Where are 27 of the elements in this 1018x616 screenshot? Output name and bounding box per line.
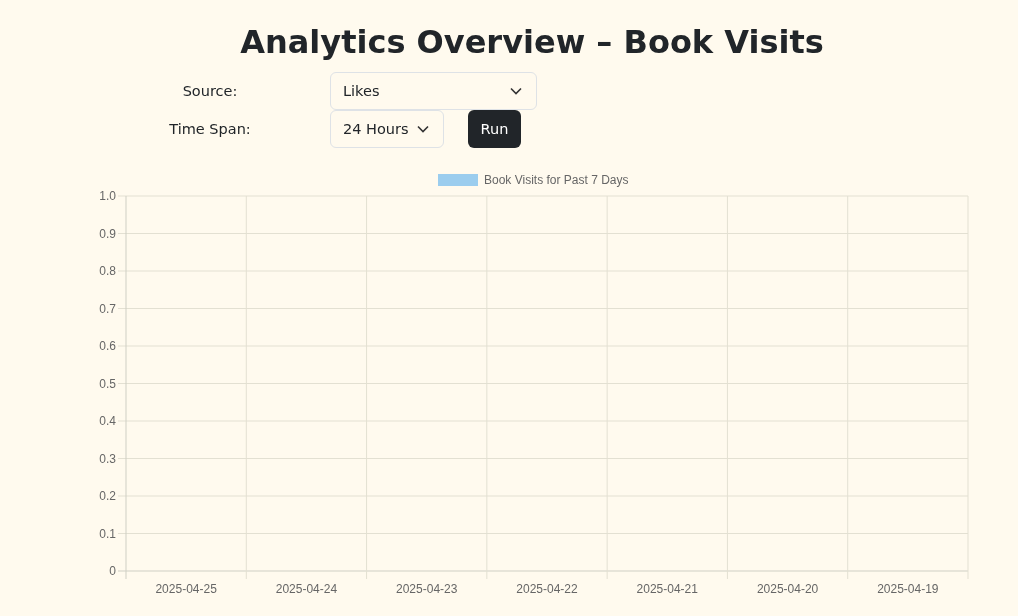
y-axis-label: 0.9: [99, 226, 116, 241]
y-axis-label: 0.6: [99, 339, 116, 353]
source-label: Source:: [181, 83, 239, 99]
x-axis-label: 2025-04-25: [155, 582, 217, 596]
y-axis-label: 0.1: [99, 526, 116, 541]
y-axis-label: 0.2: [99, 489, 116, 503]
time-span-select[interactable]: 24 Hours: [330, 110, 444, 148]
legend-label: Book Visits for Past 7 Days: [484, 173, 629, 187]
y-axis-label: 0.5: [99, 376, 116, 391]
y-axis-label: 0.4: [99, 414, 116, 428]
x-axis-label: 2025-04-22: [516, 582, 578, 596]
chevron-icon: [417, 125, 429, 133]
time-span-label: Time Span:: [168, 121, 252, 137]
x-axis-label: 2025-04-20: [756, 582, 819, 596]
x-axis-label: 2025-04-23: [396, 582, 458, 596]
x-axis-label: 2025-04-19: [877, 582, 939, 596]
y-axis-label: 0.8: [99, 264, 116, 278]
page-title: Analytics Overview – Book Visits: [239, 22, 825, 63]
y-axis-label: 0.3: [99, 451, 116, 466]
source-select[interactable]: Likes: [330, 72, 537, 110]
y-axis-label: 1.0: [99, 189, 116, 203]
run-button[interactable]: Run: [468, 110, 521, 148]
y-axis-label: 0.7: [99, 301, 116, 316]
y-axis-label: 0: [109, 564, 116, 578]
x-axis-label: 2025-04-24: [275, 582, 338, 596]
x-axis-label: 2025-04-21: [636, 582, 698, 596]
chevron-icon: [510, 87, 522, 95]
